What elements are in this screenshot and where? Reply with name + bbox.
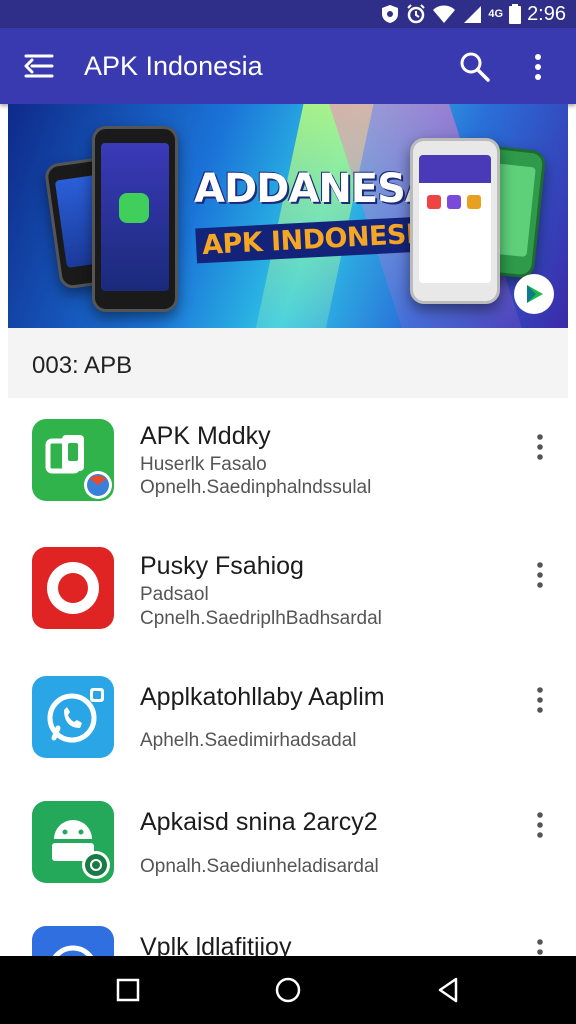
list-item[interactable]: Pusky Fsahiog Padsaol Cpnelh.SaedriplhBa… [8, 524, 568, 656]
more-options-icon[interactable] [526, 50, 550, 84]
app-description: Opnalh.Saediunheladisardal [140, 856, 379, 877]
app-subtitle: Huserlk Fasalo [140, 454, 267, 475]
app-subtitle: Padsaol [140, 584, 209, 605]
more-options-icon[interactable] [530, 685, 550, 715]
list-item[interactable]: Vplk ldlafitjioy [8, 905, 568, 956]
app-name: Applkatohllaby Aaplim [140, 683, 385, 711]
app-green-chat-icon [32, 419, 114, 501]
status-time: 2:96 [527, 2, 566, 25]
more-options-icon[interactable] [530, 810, 550, 840]
app-name: APK Mddky [140, 422, 271, 450]
menu-icon[interactable] [22, 52, 54, 80]
battery-icon [509, 4, 522, 24]
app-title: APK Indonesia [84, 51, 263, 81]
app-green-android-icon [32, 801, 114, 883]
app-name: Apkaisd snina 2arcy2 [140, 808, 378, 836]
main-content: ADDANESAN APK INDONESIA 003: APB APK Mdd… [8, 104, 568, 956]
more-options-icon[interactable] [530, 937, 550, 956]
play-store-icon [514, 274, 554, 314]
more-options-icon[interactable] [530, 432, 550, 462]
app-red-record-icon [32, 547, 114, 629]
network-label: 4G [488, 8, 504, 20]
status-icons: 4G 2:96 [380, 3, 566, 25]
wifi-icon [433, 5, 456, 23]
app-name: Pusky Fsahiog [140, 552, 304, 580]
system-nav-bar [0, 956, 576, 1024]
app-description: Cpnelh.SaedriplhBadhsardal [140, 608, 382, 629]
alarm-icon [407, 4, 426, 24]
list-item[interactable]: Applkatohllaby Aaplim Aphelh.Saedimirhad… [8, 655, 568, 781]
list-item[interactable]: APK Mddky Huserlk Fasalo Opnelh.Saedinph… [8, 398, 568, 525]
app-bar: APK Indonesia [0, 28, 576, 104]
banner-phone-image [92, 126, 178, 312]
section-title: 003: APB [32, 352, 133, 379]
status-bar: 4G 2:96 [0, 0, 576, 28]
app-name: Vplk ldlafitjioy [140, 933, 292, 956]
promo-banner[interactable]: ADDANESAN APK INDONESIA [8, 104, 568, 328]
banner-phone-image [410, 138, 500, 304]
recents-button[interactable] [112, 974, 144, 1006]
back-button[interactable] [432, 974, 464, 1006]
app-description: Aphelh.Saedimirhadsadal [140, 730, 357, 751]
app-blue-partial-icon [32, 926, 114, 956]
shield-icon [382, 5, 399, 23]
list-item[interactable]: Apkaisd snina 2arcy2 Opnalh.Saediunhelad… [8, 780, 568, 906]
home-button[interactable] [272, 974, 304, 1006]
search-icon[interactable] [458, 50, 492, 84]
signal-icon [464, 6, 482, 23]
app-description: Opnelh.Saedinphalndssulal [140, 477, 372, 498]
more-options-icon[interactable] [530, 560, 550, 590]
section-header: 003: APB [8, 328, 568, 399]
app-blue-phone-icon [32, 676, 114, 758]
